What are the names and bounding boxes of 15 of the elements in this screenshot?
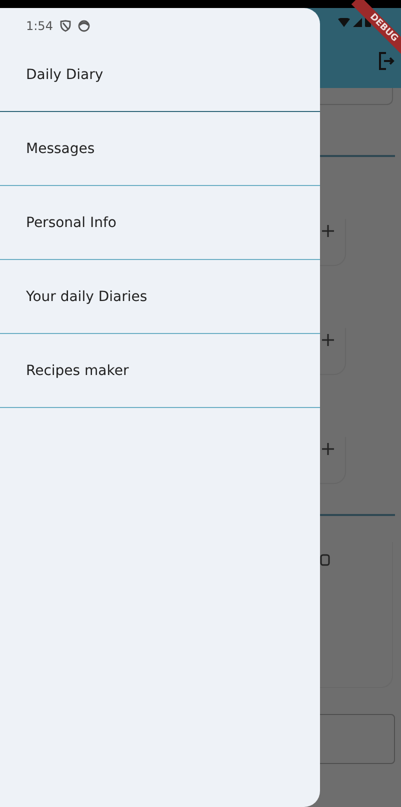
drawer-item[interactable]: Your daily Diaries [0,260,320,334]
logout-icon[interactable] [379,52,395,70]
drawer-item[interactable]: Personal Info [0,186,320,260]
plus-icon[interactable] [322,443,334,455]
face-icon [78,20,90,32]
drawer-item[interactable]: Messages [0,112,320,186]
checkbox-icon[interactable] [320,554,330,566]
plus-icon[interactable] [322,334,334,346]
status-time: 1:54 [26,19,53,33]
signal-icon [353,18,362,27]
plus-icon[interactable] [322,225,334,237]
shield-icon [60,20,71,32]
wifi-icon [338,18,350,27]
drawer-item[interactable]: Daily Diary [0,38,320,112]
drawer-item[interactable]: Recipes maker [0,334,320,408]
